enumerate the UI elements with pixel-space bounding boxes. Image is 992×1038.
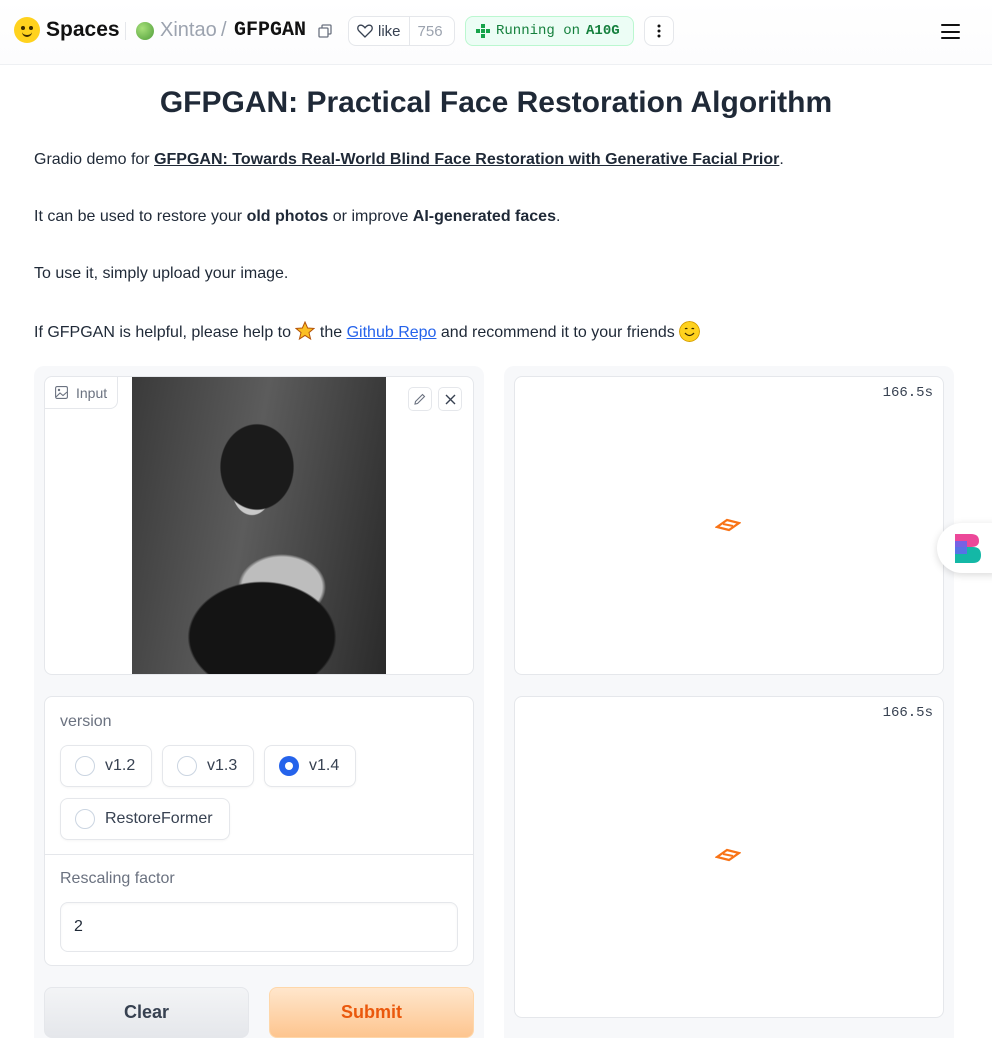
radio-icon	[75, 809, 95, 829]
options-panel: version v1.2 v1.3 v1.4 RestoreFormer Res…	[44, 696, 474, 966]
uploaded-photo	[132, 377, 386, 674]
repo-link[interactable]: GFPGAN	[234, 19, 306, 42]
help-text: If GFPGAN is helpful, please help to the…	[34, 321, 701, 342]
org-link[interactable]: Xintao	[160, 19, 217, 42]
cluster-icon	[476, 24, 490, 38]
paper-link[interactable]: GFPGAN: Towards Real-World Blind Face Re…	[154, 151, 779, 168]
option-label: v1.3	[207, 757, 238, 774]
menu-icon[interactable]	[941, 24, 960, 39]
divider	[125, 22, 126, 40]
heart-icon	[357, 24, 373, 38]
floating-extension-widget[interactable]	[937, 523, 992, 573]
usage-text: It can be used to restore your old photo…	[34, 208, 560, 226]
path-separator: /	[221, 19, 227, 41]
input-column: Input version v1.2 v1.3 v1.4 RestoreForm…	[34, 366, 484, 1038]
smile-icon	[679, 321, 701, 342]
divider	[45, 854, 473, 855]
version-option-v1-2[interactable]: v1.2	[60, 745, 152, 787]
input-label: Input	[45, 377, 119, 409]
loading-icon	[715, 848, 741, 862]
version-option-restoreformer[interactable]: RestoreFormer	[60, 798, 230, 840]
extension-logo-icon	[955, 534, 981, 563]
output-column: 166.5s 166.5s	[504, 366, 954, 1038]
pencil-icon	[414, 393, 426, 405]
version-label: version	[60, 713, 112, 730]
intro-text: Gradio demo for GFPGAN: Towards Real-Wor…	[34, 151, 784, 169]
kebab-icon	[657, 24, 661, 38]
image-icon	[55, 386, 68, 399]
like-label: like	[378, 22, 401, 40]
help-prefix: If GFPGAN is helpful, please help to	[34, 324, 296, 341]
copy-icon[interactable]	[318, 24, 332, 38]
help-suffix: and recommend it to your friends	[436, 324, 680, 341]
status-prefix: Running on	[496, 23, 581, 39]
option-label: v1.4	[309, 757, 340, 774]
hugging-face-logo-icon[interactable]	[14, 17, 40, 43]
radio-icon	[75, 756, 95, 776]
loading-icon	[715, 518, 741, 532]
page-title: GFPGAN: Practical Face Restoration Algor…	[159, 86, 833, 119]
version-option-v1-4[interactable]: v1.4	[264, 745, 356, 787]
close-icon	[445, 394, 455, 404]
rescale-input[interactable]: 2	[60, 902, 458, 952]
output-file-panel: 166.5s	[514, 696, 944, 1018]
elapsed-timer: 166.5s	[882, 705, 933, 721]
intro-suffix: .	[779, 151, 784, 168]
like-count: 756	[408, 17, 451, 45]
edit-button[interactable]	[408, 387, 432, 411]
status-hardware: A10G	[586, 23, 620, 39]
intro-prefix: Gradio demo for	[34, 151, 155, 168]
output-image-panel: 166.5s	[514, 376, 944, 675]
like-button[interactable]: like 756	[348, 16, 455, 46]
submit-button[interactable]: Submit	[269, 987, 474, 1038]
option-label: RestoreFormer	[105, 810, 213, 827]
radio-checked-icon	[279, 756, 299, 776]
star-icon	[295, 321, 316, 341]
usage-prefix: It can be used to restore your	[34, 208, 247, 225]
more-options-button[interactable]	[644, 16, 674, 46]
usage-suffix: .	[555, 208, 561, 225]
elapsed-timer: 166.5s	[882, 385, 933, 401]
image-upload[interactable]: Input	[44, 376, 474, 675]
input-label-text: Input	[76, 384, 108, 401]
clear-button[interactable]: Clear	[44, 987, 249, 1038]
rescale-label: Rescaling factor	[60, 870, 175, 887]
top-bar: Spaces Xintao / GFPGAN like 756 Running …	[0, 0, 992, 65]
radio-icon	[177, 756, 197, 776]
usage-old-photos: old photos	[246, 208, 329, 225]
usage-ai-faces: AI-generated faces	[412, 208, 556, 225]
usage-mid: or improve	[328, 208, 413, 225]
remove-image-button[interactable]	[438, 387, 462, 411]
org-avatar[interactable]	[136, 22, 154, 40]
status-badge[interactable]: Running on A10G	[465, 16, 634, 46]
help-mid: the	[315, 324, 347, 341]
version-option-v1-3[interactable]: v1.3	[162, 745, 254, 787]
github-repo-link[interactable]: Github Repo	[347, 324, 437, 341]
upload-instruction: To use it, simply upload your image.	[34, 265, 289, 282]
option-label: v1.2	[105, 757, 136, 774]
spaces-link[interactable]: Spaces	[46, 18, 120, 42]
